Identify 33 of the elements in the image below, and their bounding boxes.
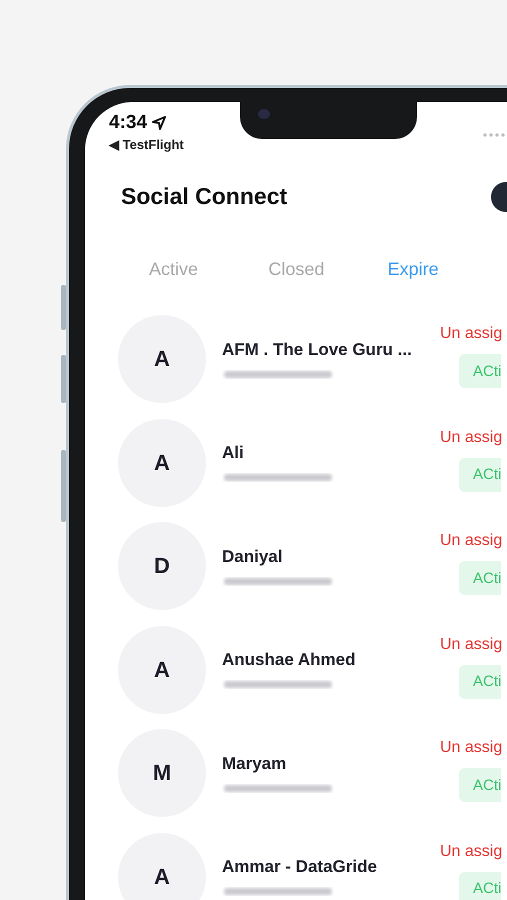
status-badge: ACti (459, 458, 502, 492)
contact-name: Daniyal (222, 546, 284, 568)
status-badge: ACti (459, 664, 502, 698)
assignment-status: Un assig (440, 842, 502, 860)
avatar: M (118, 729, 206, 817)
status-time: 4:34 (109, 112, 148, 134)
tab[interactable]: Active (149, 258, 268, 280)
app-title: Social Connect (120, 182, 288, 210)
contact-name: Anushae Ahmed (222, 649, 357, 671)
assignment-status: Un assig (440, 324, 502, 343)
status-badge: ACti (459, 354, 502, 388)
signal-icon (483, 133, 507, 137)
location-arrow-icon (152, 116, 166, 130)
avatar: A (118, 626, 206, 714)
assignment-status: Un assig (440, 531, 502, 550)
avatar: A (118, 418, 206, 506)
avatar: D (118, 522, 206, 610)
assignment-status: Un assig (440, 634, 502, 654)
contact-name: AFM . The Love Guru ... (222, 338, 413, 360)
status-badge: ACti (459, 561, 502, 595)
contact-name: Ali (222, 442, 245, 464)
status-badge: ACti (459, 768, 502, 802)
contact-name: Maryam (222, 752, 288, 774)
tab[interactable]: Closed (268, 258, 388, 280)
status-badge: ACti (459, 872, 502, 900)
back-to-app-link[interactable]: ◀ TestFlight (109, 137, 507, 152)
camera-icon (258, 109, 270, 119)
avatar: A (118, 832, 206, 900)
avatar: A (118, 315, 206, 403)
tab[interactable]: Expire (388, 258, 507, 280)
assignment-status: Un assig (440, 738, 502, 757)
contact-name: Ammar - DataGride (222, 856, 378, 878)
assignment-status: Un assig (440, 428, 502, 446)
